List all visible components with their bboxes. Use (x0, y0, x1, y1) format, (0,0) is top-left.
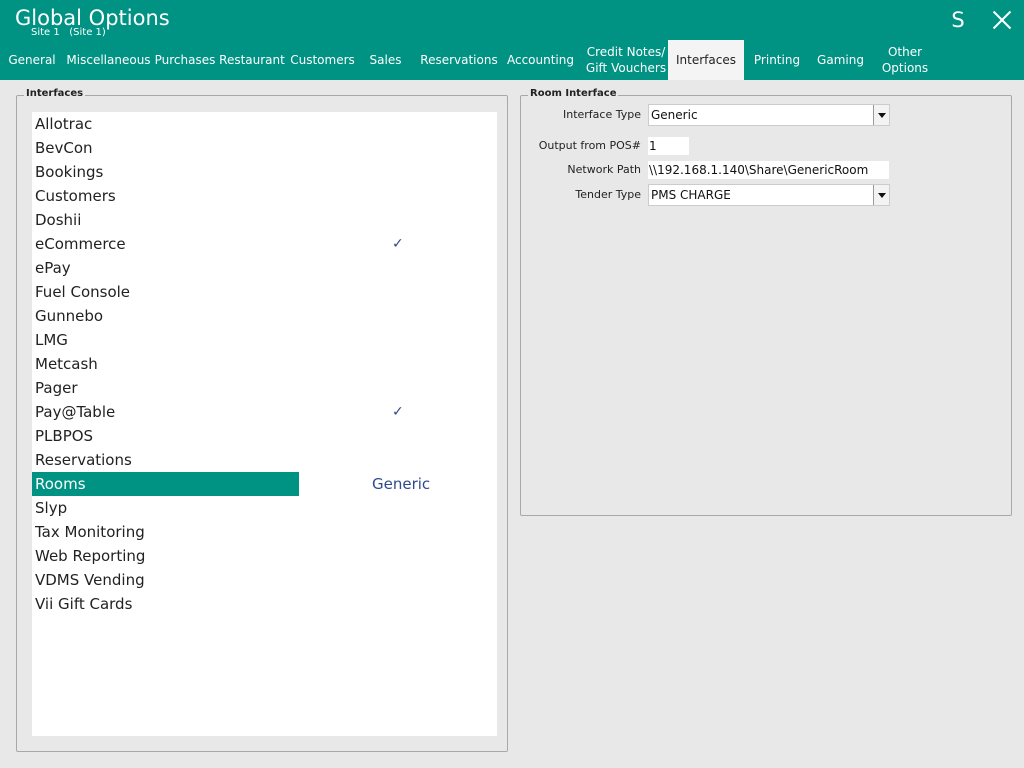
list-item-label: ePay (35, 259, 71, 277)
interface-type-label: Interface Type (562, 108, 641, 121)
tab-reservations[interactable]: Reservations (413, 40, 505, 80)
chevron-down-icon[interactable] (873, 185, 889, 205)
tab-general[interactable]: General (0, 40, 64, 80)
list-item-label: Pager (35, 379, 78, 397)
list-item-label: Slyp (35, 499, 68, 517)
list-item-label: Allotrac (35, 115, 93, 133)
list-item[interactable]: BevCon (32, 136, 497, 160)
list-item[interactable]: ePay (32, 256, 497, 280)
tab-gaming[interactable]: Gaming (810, 40, 871, 80)
interface-type-value: Generic (651, 108, 698, 122)
list-item[interactable]: LMG (32, 328, 497, 352)
list-item[interactable]: Pay@Table ✓ (32, 400, 497, 424)
tab-purchases[interactable]: Purchases (153, 40, 217, 80)
list-item[interactable]: Slyp (32, 496, 497, 520)
list-item-label: BevCon (35, 139, 93, 157)
tab-interfaces[interactable]: Interfaces (668, 40, 744, 80)
tab-other-options[interactable]: Other Options (871, 40, 939, 80)
list-item-label: Gunnebo (35, 307, 104, 325)
chevron-down-icon[interactable] (873, 105, 889, 125)
interfaces-list[interactable]: Allotrac BevCon Bookings Customers Doshii eCo… (32, 112, 497, 736)
tab-restaurant[interactable]: Restaurant (217, 40, 287, 80)
list-item-label: Reservations (35, 451, 132, 469)
list-item-label: Vii Gift Cards (35, 595, 133, 613)
tab-credit-notes-gift-vouchers[interactable]: Credit Notes/ Gift Vouchers (584, 40, 668, 80)
list-item[interactable]: Customers (32, 184, 497, 208)
list-item-label: Rooms (35, 475, 86, 493)
tab-miscellaneous[interactable]: Miscellaneous (64, 40, 153, 80)
list-item-label: eCommerce (35, 235, 126, 253)
list-item[interactable]: PLBPOS (32, 424, 497, 448)
list-item[interactable]: Metcash (32, 352, 497, 376)
list-item-label: Metcash (35, 355, 98, 373)
list-item-label: VDMS Vending (35, 571, 145, 589)
s-button[interactable]: S (948, 8, 968, 32)
list-item-value: Generic (372, 475, 431, 493)
list-item[interactable]: Bookings (32, 160, 497, 184)
list-item-label: Tax Monitoring (35, 523, 145, 541)
window-subtitle: Site 1 (Site 1) (31, 27, 106, 38)
list-item[interactable]: VDMS Vending (32, 568, 497, 592)
list-item[interactable]: Reservations (32, 448, 497, 472)
network-path-input[interactable]: \\192.168.1.140\Share\GenericRoom (648, 161, 889, 179)
list-item[interactable]: eCommerce ✓ (32, 232, 497, 256)
check-icon: ✓ (392, 404, 404, 420)
tab-printing[interactable]: Printing (744, 40, 810, 80)
list-item-label: Web Reporting (35, 547, 146, 565)
list-item[interactable]: Tax Monitoring (32, 520, 497, 544)
list-item[interactable]: Rooms Generic (32, 472, 497, 496)
list-item-label: PLBPOS (35, 427, 94, 445)
close-icon[interactable] (990, 8, 1014, 32)
tab-customers[interactable]: Customers (287, 40, 358, 80)
tender-type-label: Tender Type (575, 188, 641, 201)
interface-type-select[interactable]: Generic (648, 104, 890, 126)
output-pos-label: Output from POS# (538, 139, 641, 152)
tender-type-select[interactable]: PMS CHARGE (648, 184, 890, 206)
tab-sales[interactable]: Sales (358, 40, 413, 80)
list-item-label: Bookings (35, 163, 104, 181)
list-item[interactable]: Fuel Console (32, 280, 497, 304)
list-item[interactable]: Allotrac (32, 112, 497, 136)
list-item-label: Customers (35, 187, 116, 205)
list-item-label: Fuel Console (35, 283, 131, 301)
list-item-label: Doshii (35, 211, 82, 229)
list-item[interactable]: Doshii (32, 208, 497, 232)
network-path-label: Network Path (567, 163, 641, 176)
list-item[interactable]: Vii Gift Cards (32, 592, 497, 616)
list-item[interactable]: Gunnebo (32, 304, 497, 328)
check-icon: ✓ (392, 236, 404, 252)
tab-accounting[interactable]: Accounting (505, 40, 576, 80)
room-interface-group: Room Interface (520, 88, 1012, 516)
interfaces-group-label: Interfaces (24, 88, 86, 99)
room-interface-group-label: Room Interface (528, 88, 619, 99)
list-item-label: LMG (35, 331, 68, 349)
list-item[interactable]: Pager (32, 376, 497, 400)
tender-type-value: PMS CHARGE (651, 188, 731, 202)
list-item[interactable]: Web Reporting (32, 544, 497, 568)
output-pos-input[interactable]: 1 (648, 137, 689, 155)
list-item-label: Pay@Table (35, 403, 116, 421)
